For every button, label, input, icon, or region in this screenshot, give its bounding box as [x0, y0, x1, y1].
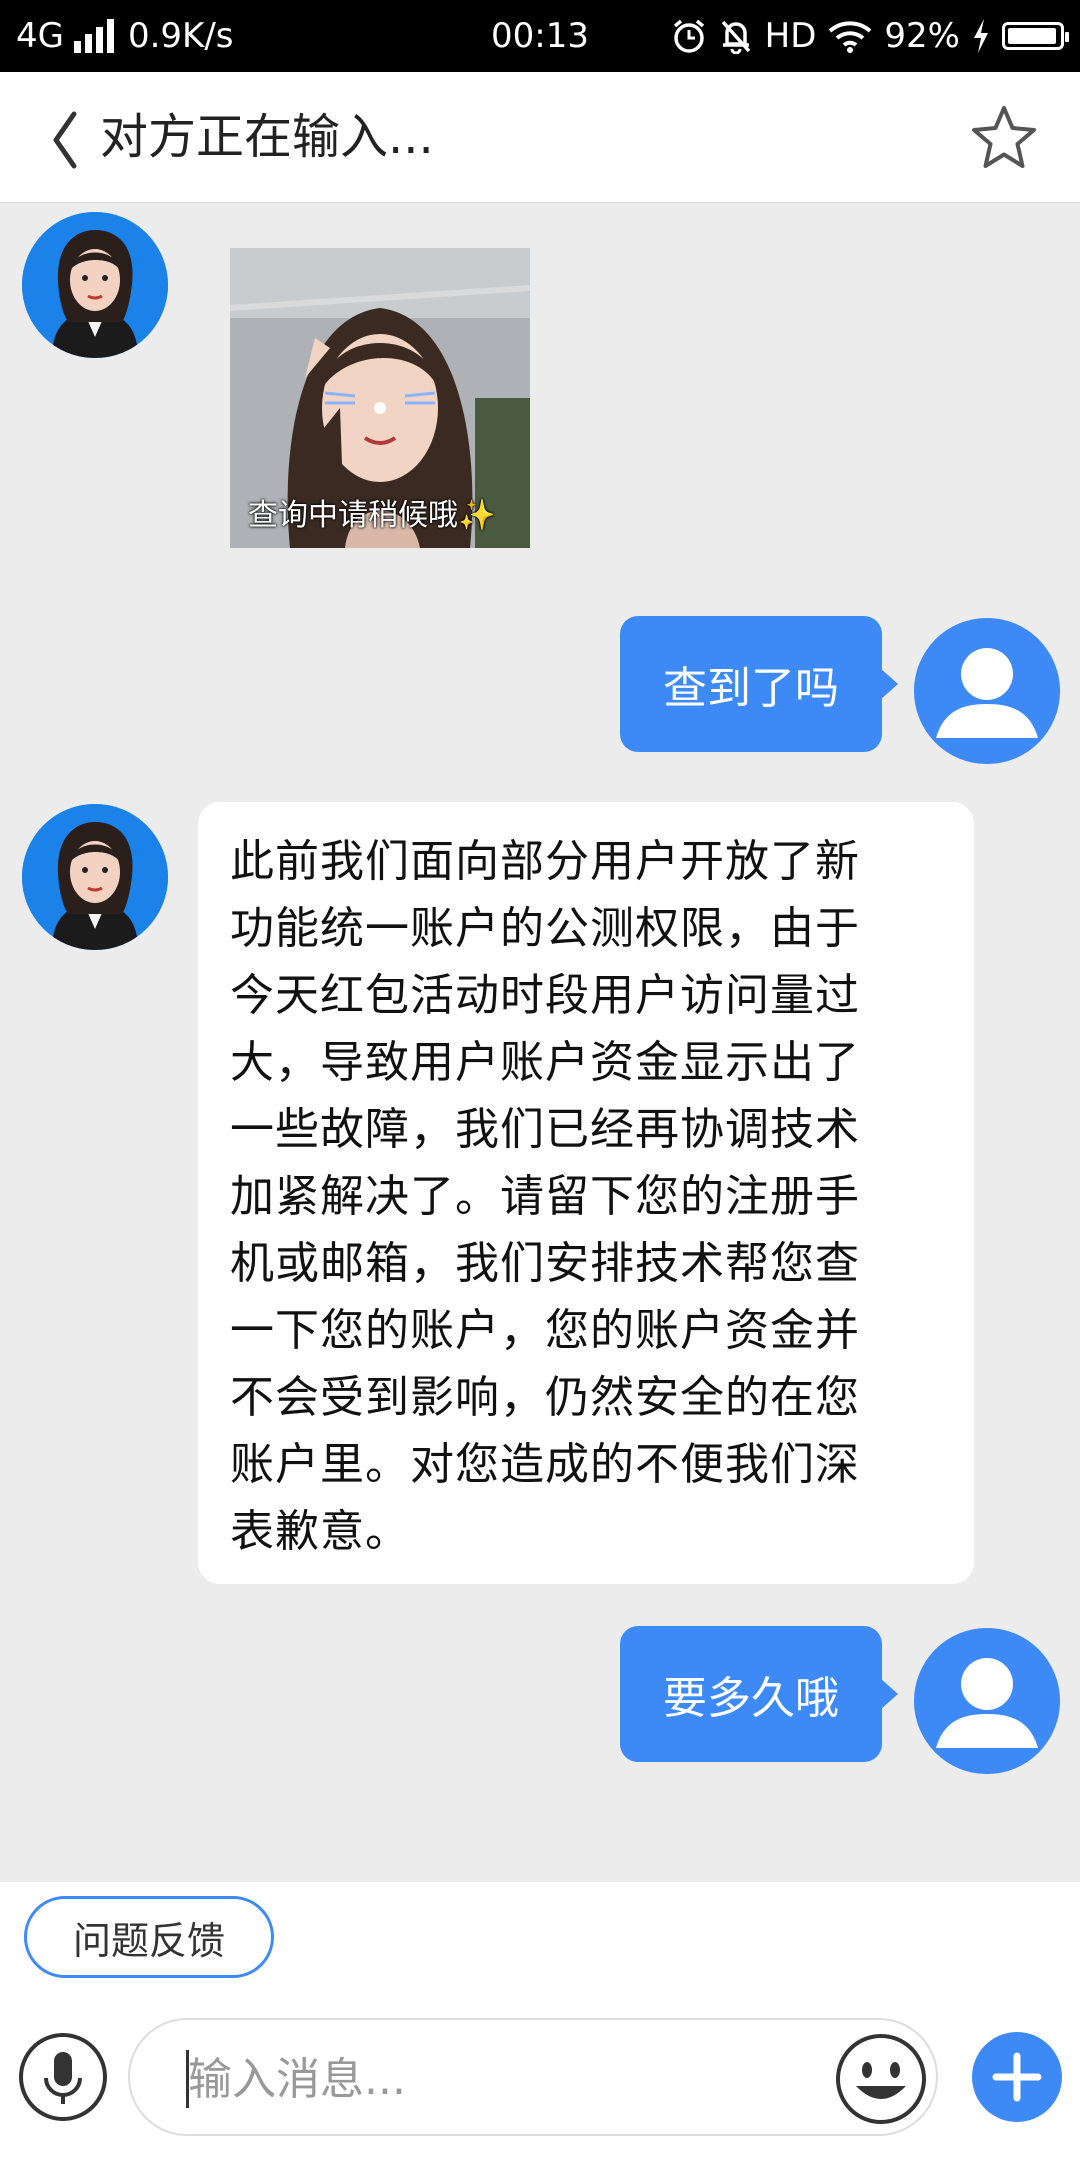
- sticker-image[interactable]: 查询中请稍候哦✨: [230, 248, 530, 548]
- charging-icon: [974, 19, 988, 53]
- message-line: 不会受到影响，仍然安全的在您: [230, 1372, 860, 1423]
- user-placeholder-icon: [914, 618, 1060, 764]
- user-avatar[interactable]: [914, 618, 1060, 764]
- composer-area: 问题反馈: [0, 1882, 1080, 2160]
- message-text: 要多久哦: [663, 1673, 839, 1724]
- alarm-icon: [673, 19, 704, 53]
- message-line: 功能统一账户的公测权限，由于: [230, 903, 860, 954]
- microphone-icon[interactable]: [18, 2032, 108, 2122]
- chat-header: 对方正在输入...: [0, 72, 1080, 203]
- agent-portrait-icon: [22, 212, 168, 358]
- agent-message-bubble[interactable]: 此前我们面向部分用户开放了新 功能统一账户的公测权限，由于 今天红包活动时段用户…: [198, 802, 974, 1584]
- message-line: 账户里。对您造成的不便我们深: [230, 1439, 860, 1490]
- message-line: 机或邮箱，我们安排技术帮您查: [230, 1238, 860, 1289]
- sticker-caption: 查询中请稍候哦✨: [248, 498, 496, 533]
- message-line: 表歉意。: [230, 1506, 410, 1557]
- user-message-bubble[interactable]: 要多久哦: [620, 1626, 898, 1762]
- agent-avatar[interactable]: [22, 212, 168, 358]
- message-line: 今天红包活动时段用户访问量过: [230, 970, 860, 1021]
- feedback-button[interactable]: 问题反馈: [24, 1896, 274, 1978]
- message-input[interactable]: [186, 2040, 750, 2118]
- message-line: 一下您的账户，您的账户资金并: [230, 1305, 860, 1356]
- hd-label: HD: [764, 16, 817, 56]
- message-line: 一些故障，我们已经再协调技术: [230, 1104, 860, 1155]
- message-input-box[interactable]: [128, 2018, 938, 2136]
- message-line: 大，导致用户账户资金显示出了: [230, 1037, 860, 1088]
- wifi-icon: [829, 21, 872, 53]
- star-icon[interactable]: [968, 102, 1040, 174]
- clock: 00:13: [491, 16, 589, 56]
- user-message-bubble[interactable]: 查到了吗: [620, 616, 898, 752]
- battery-icon: [1002, 22, 1069, 50]
- message-line: 此前我们面向部分用户开放了新: [230, 836, 860, 887]
- mute-bell-icon: [721, 20, 750, 54]
- agent-portrait-icon: [22, 804, 168, 950]
- plus-icon[interactable]: [972, 2032, 1062, 2122]
- battery-percent: 92%: [884, 16, 960, 56]
- back-icon[interactable]: [36, 100, 96, 180]
- page-title: 对方正在输入...: [100, 109, 434, 165]
- user-avatar[interactable]: [914, 1628, 1060, 1774]
- message-line: 加紧解决了。请留下您的注册手: [230, 1171, 860, 1222]
- agent-avatar[interactable]: [22, 804, 168, 950]
- status-bar: 4G 0.9K/s 00:13 HD 92%: [0, 0, 1080, 72]
- user-placeholder-icon: [914, 1628, 1060, 1774]
- status-right: HD 92%: [671, 0, 1069, 72]
- message-text: 查到了吗: [663, 663, 839, 714]
- emoji-icon[interactable]: [834, 2032, 928, 2126]
